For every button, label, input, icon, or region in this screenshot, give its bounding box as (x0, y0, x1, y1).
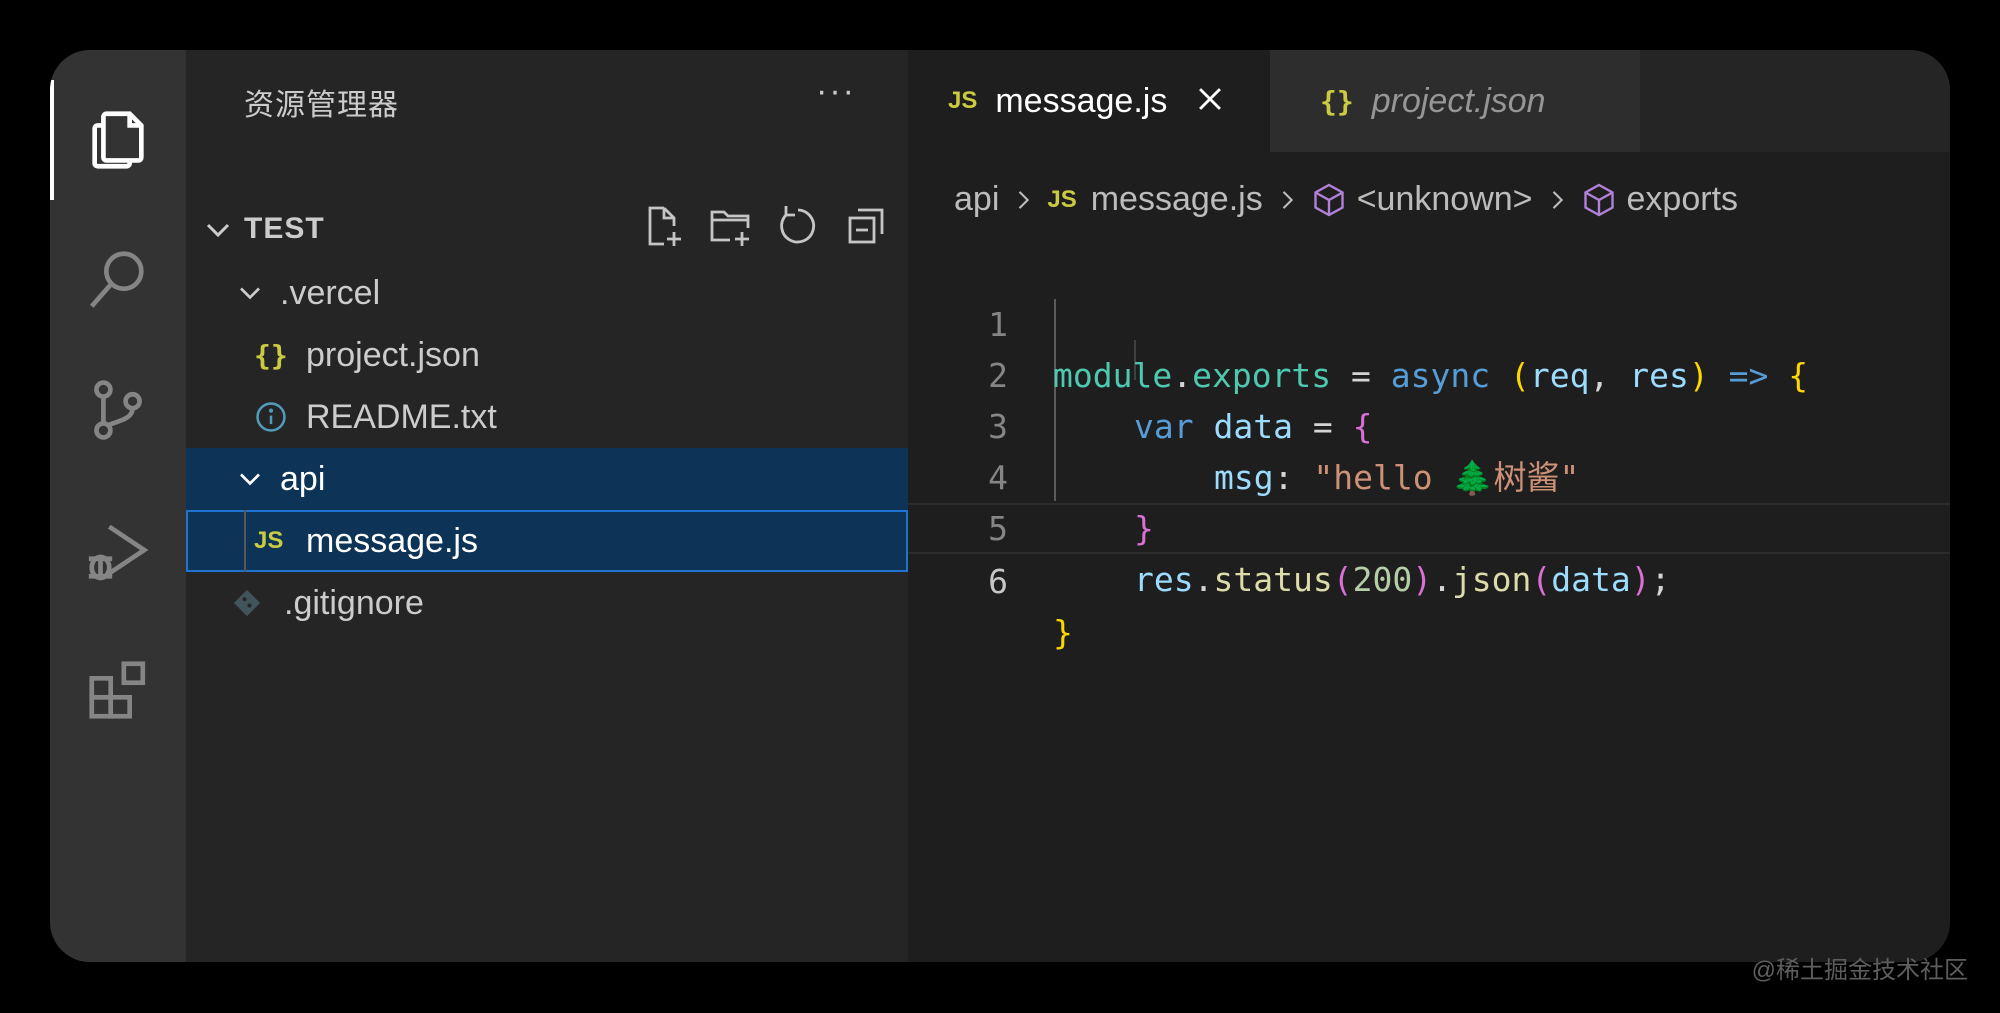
vscode-window: 资源管理器 ··· TEST .vercel {} project.json R… (50, 50, 1950, 962)
close-icon[interactable] (1193, 82, 1227, 121)
indent-guide (244, 510, 246, 572)
tab-message-js[interactable]: JS message.js (908, 50, 1270, 152)
code-text: res.status(200).json(data); (1134, 560, 1671, 599)
extensions-activity-button[interactable] (50, 630, 186, 750)
chevron-down-icon (232, 461, 268, 497)
tree-file-message-js[interactable]: JS message.js (186, 510, 908, 572)
tree-item-label: message.js (306, 521, 478, 560)
git-icon (232, 588, 272, 618)
info-icon (254, 400, 294, 434)
js-file-icon: JS (948, 87, 978, 114)
code-line-6: 6 } (908, 503, 1950, 652)
new-folder-icon[interactable] (706, 202, 754, 250)
tree-folder-vercel[interactable]: .vercel (186, 262, 908, 324)
js-file-icon: JS (1047, 185, 1077, 213)
tree-file-gitignore[interactable]: .gitignore (186, 572, 908, 634)
tree-item-label: .vercel (280, 273, 381, 312)
code-line-5: 5 res.status(200).json(data); (908, 452, 1950, 599)
breadcrumb: api JS message.js <unknown> exports (954, 180, 1738, 219)
chevron-right-icon (1543, 186, 1571, 214)
source-control-activity-button[interactable] (50, 350, 186, 470)
files-icon (92, 111, 144, 169)
breadcrumb-file[interactable]: message.js (1091, 180, 1263, 219)
collapse-all-icon[interactable] (842, 202, 890, 250)
symbol-module-icon (1581, 182, 1617, 218)
tree-item-label: project.json (306, 335, 480, 374)
explorer-activity-button[interactable] (50, 80, 186, 200)
tree-file-project-json[interactable]: {} project.json (186, 324, 908, 386)
code-line-1: 1 module.exports = async (req, res) => { (908, 248, 1950, 395)
tab-label: message.js (995, 81, 1168, 120)
run-debug-activity-button[interactable] (50, 490, 186, 610)
editor-area: JS message.js {} project.json api JS mes… (908, 50, 1950, 962)
breadcrumb-folder[interactable]: api (954, 180, 999, 219)
search-activity-button[interactable] (50, 220, 186, 340)
activity-bar (50, 50, 186, 962)
symbol-module-icon (1311, 182, 1347, 218)
watermark: @稀土掘金技术社区 (1751, 957, 1968, 984)
tree-item-label: api (280, 459, 326, 498)
code-line-2: 2 var data = { (908, 299, 1950, 446)
more-actions-button[interactable]: ··· (816, 72, 856, 111)
tree-file-readme[interactable]: README.txt (186, 386, 908, 448)
chevron-right-icon (1009, 186, 1037, 214)
refresh-icon[interactable] (774, 202, 822, 250)
tab-project-json[interactable]: {} project.json (1270, 50, 1640, 152)
tree-item-label: .gitignore (284, 583, 424, 622)
code-line-3: 3 msg: "hello 🌲树酱" (908, 350, 1950, 497)
workspace-section-header[interactable]: TEST (186, 202, 908, 258)
explorer-actions (638, 202, 890, 250)
explorer-sidebar: 资源管理器 ··· TEST .vercel {} project.json R… (186, 50, 908, 962)
breadcrumb-symbol-exports[interactable]: exports (1627, 180, 1739, 219)
json-file-icon: {} (1320, 84, 1354, 118)
source-control-icon (94, 380, 142, 440)
tab-label: project.json (1371, 81, 1546, 120)
new-file-icon[interactable] (638, 202, 686, 250)
workspace-name: TEST (244, 212, 325, 245)
tab-bar: JS message.js {} project.json (908, 50, 1950, 152)
code-line-4: 4 } (908, 401, 1950, 548)
run-debug-icon (88, 524, 149, 581)
search-icon (89, 251, 144, 308)
breadcrumb-symbol-unknown[interactable]: <unknown> (1357, 180, 1533, 219)
tree-item-label: README.txt (306, 397, 497, 436)
tree-folder-api[interactable]: api (186, 448, 908, 510)
chevron-down-icon (206, 223, 230, 238)
js-file-icon: JS (254, 527, 284, 554)
explorer-title: 资源管理器 (244, 89, 399, 122)
code-text: } (1053, 613, 1073, 652)
chevron-right-icon (1273, 186, 1301, 214)
extensions-icon (89, 661, 146, 719)
line-number: 6 (988, 562, 1008, 601)
json-file-icon: {} (254, 338, 288, 372)
chevron-down-icon (232, 275, 268, 311)
